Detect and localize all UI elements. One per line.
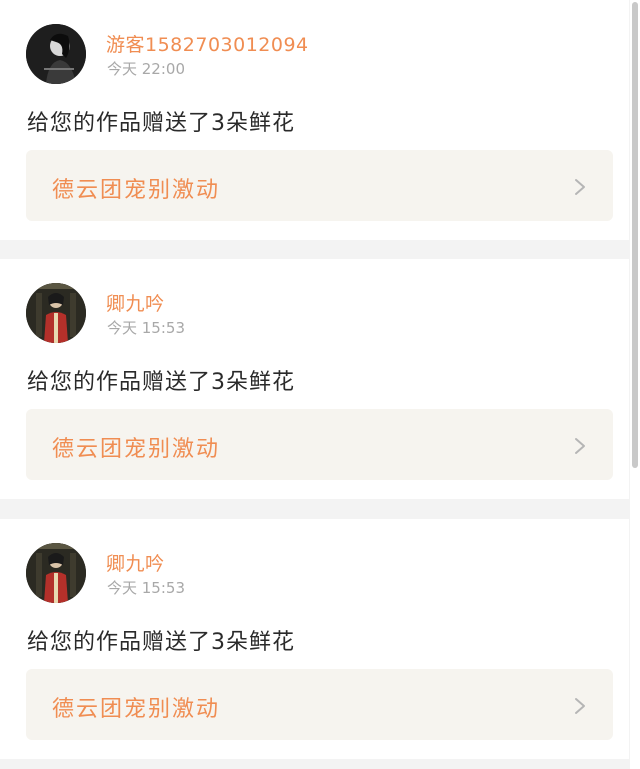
scrollbar[interactable] (630, 0, 640, 769)
user-photo-icon (26, 543, 86, 603)
sender-name[interactable]: 卿九吟 (106, 549, 165, 576)
sender-name[interactable]: 游客1582703012094 (106, 30, 309, 57)
scrollbar-thumb[interactable] (632, 2, 638, 468)
chevron-right-icon (575, 179, 585, 195)
chevron-right-icon (575, 438, 585, 454)
timestamp: 今天 22:00 (107, 60, 185, 78)
avatar[interactable] (26, 24, 86, 84)
user-photo-icon (26, 283, 86, 343)
timestamp: 今天 15:53 (107, 319, 185, 337)
work-link[interactable]: 德云团宠别激动 (26, 409, 613, 480)
avatar[interactable] (26, 543, 86, 603)
notification-card: 游客1582703012094 今天 22:00 给您的作品赠送了3朵鲜花 德云… (0, 0, 629, 240)
work-title: 德云团宠别激动 (52, 437, 221, 462)
notification-card: 卿九吟 今天 15:53 给您的作品赠送了3朵鲜花 德云团宠别激动 (0, 519, 629, 759)
message-text: 给您的作品赠送了3朵鲜花 (27, 111, 295, 136)
user-photo-icon (26, 24, 86, 84)
message-text: 给您的作品赠送了3朵鲜花 (27, 630, 295, 655)
chevron-right-icon (575, 698, 585, 714)
work-title: 德云团宠别激动 (52, 697, 221, 722)
sender-name[interactable]: 卿九吟 (106, 289, 165, 316)
work-link[interactable]: 德云团宠别激动 (26, 669, 613, 740)
notification-card: 卿九吟 今天 15:53 给您的作品赠送了3朵鲜花 德云团宠别激动 (0, 259, 629, 499)
avatar[interactable] (26, 283, 86, 343)
message-text: 给您的作品赠送了3朵鲜花 (27, 370, 295, 395)
work-title: 德云团宠别激动 (52, 178, 221, 203)
timestamp: 今天 15:53 (107, 579, 185, 597)
work-link[interactable]: 德云团宠别激动 (26, 150, 613, 221)
